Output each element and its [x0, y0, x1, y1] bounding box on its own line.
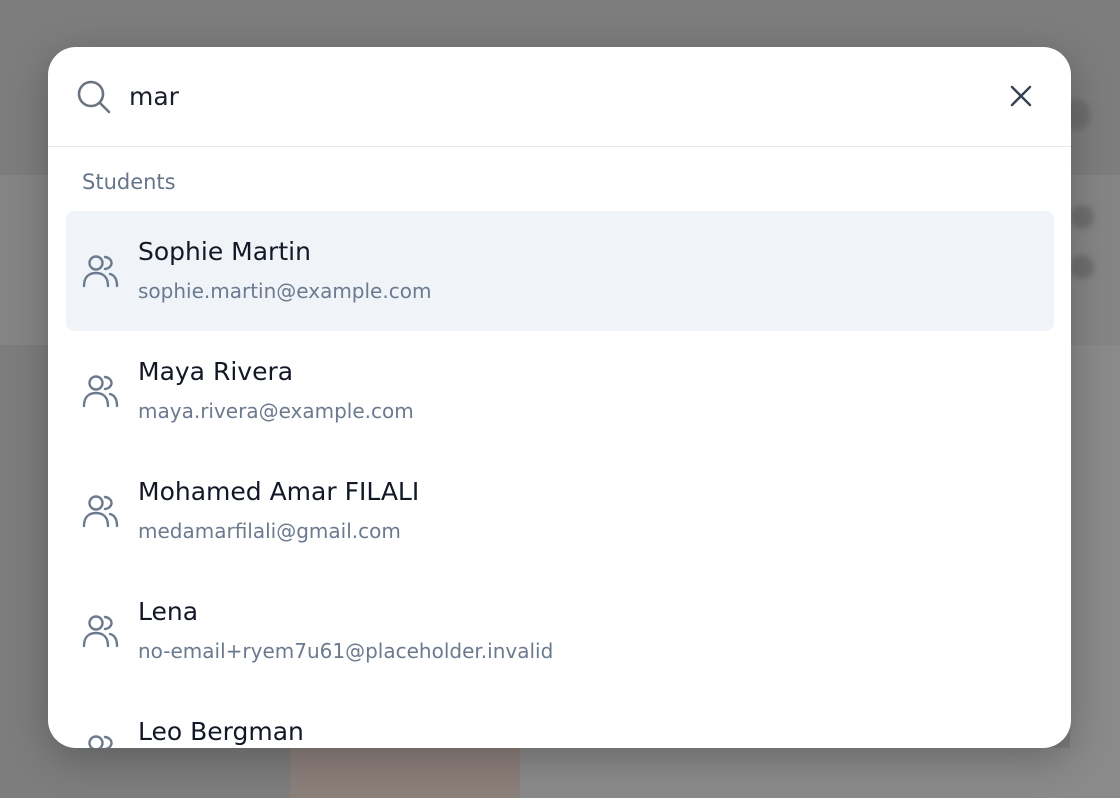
result-name: Mohamed Amar FILALI [138, 477, 420, 506]
result-item[interactable]: Maya Rivera maya.rivera@example.com [66, 331, 1054, 451]
result-name: Leo Bergman [138, 717, 304, 746]
result-item[interactable]: Sophie Martin sophie.martin@example.com [66, 211, 1054, 331]
result-email: maya.rivera@example.com [138, 399, 414, 423]
users-icon [82, 372, 120, 410]
search-input[interactable] [129, 75, 989, 117]
result-email: no-email+ryem7u61@placeholder.invalid [138, 639, 554, 663]
result-name: Maya Rivera [138, 357, 294, 386]
backdrop-bottom-right [520, 748, 1120, 798]
search-dialog: Students Sophie Martin sophie.martin@exa… [48, 47, 1071, 748]
close-button[interactable] [1004, 81, 1038, 115]
backdrop-blob [1070, 205, 1094, 229]
result-item[interactable]: Lena no-email+ryem7u61@placeholder.inval… [66, 571, 1054, 691]
section-heading-students: Students [82, 170, 176, 194]
users-icon [82, 732, 120, 748]
result-name: Lena [138, 597, 199, 626]
backdrop-band-right [1070, 345, 1120, 798]
result-name: Sophie Martin [138, 237, 311, 266]
result-email: medamarfilali@gmail.com [138, 519, 401, 543]
users-icon [82, 492, 120, 530]
users-icon [82, 612, 120, 650]
backdrop-blob [1070, 255, 1094, 279]
search-icon [76, 79, 112, 115]
result-item[interactable]: Leo Bergman [66, 691, 1054, 748]
users-icon [82, 252, 120, 290]
result-email: sophie.martin@example.com [138, 279, 432, 303]
search-bar [48, 47, 1071, 147]
close-icon [1010, 85, 1032, 111]
result-list: Sophie Martin sophie.martin@example.com … [66, 211, 1054, 748]
backdrop-warm-area [290, 748, 520, 798]
result-item[interactable]: Mohamed Amar FILALI medamarfilali@gmail.… [66, 451, 1054, 571]
